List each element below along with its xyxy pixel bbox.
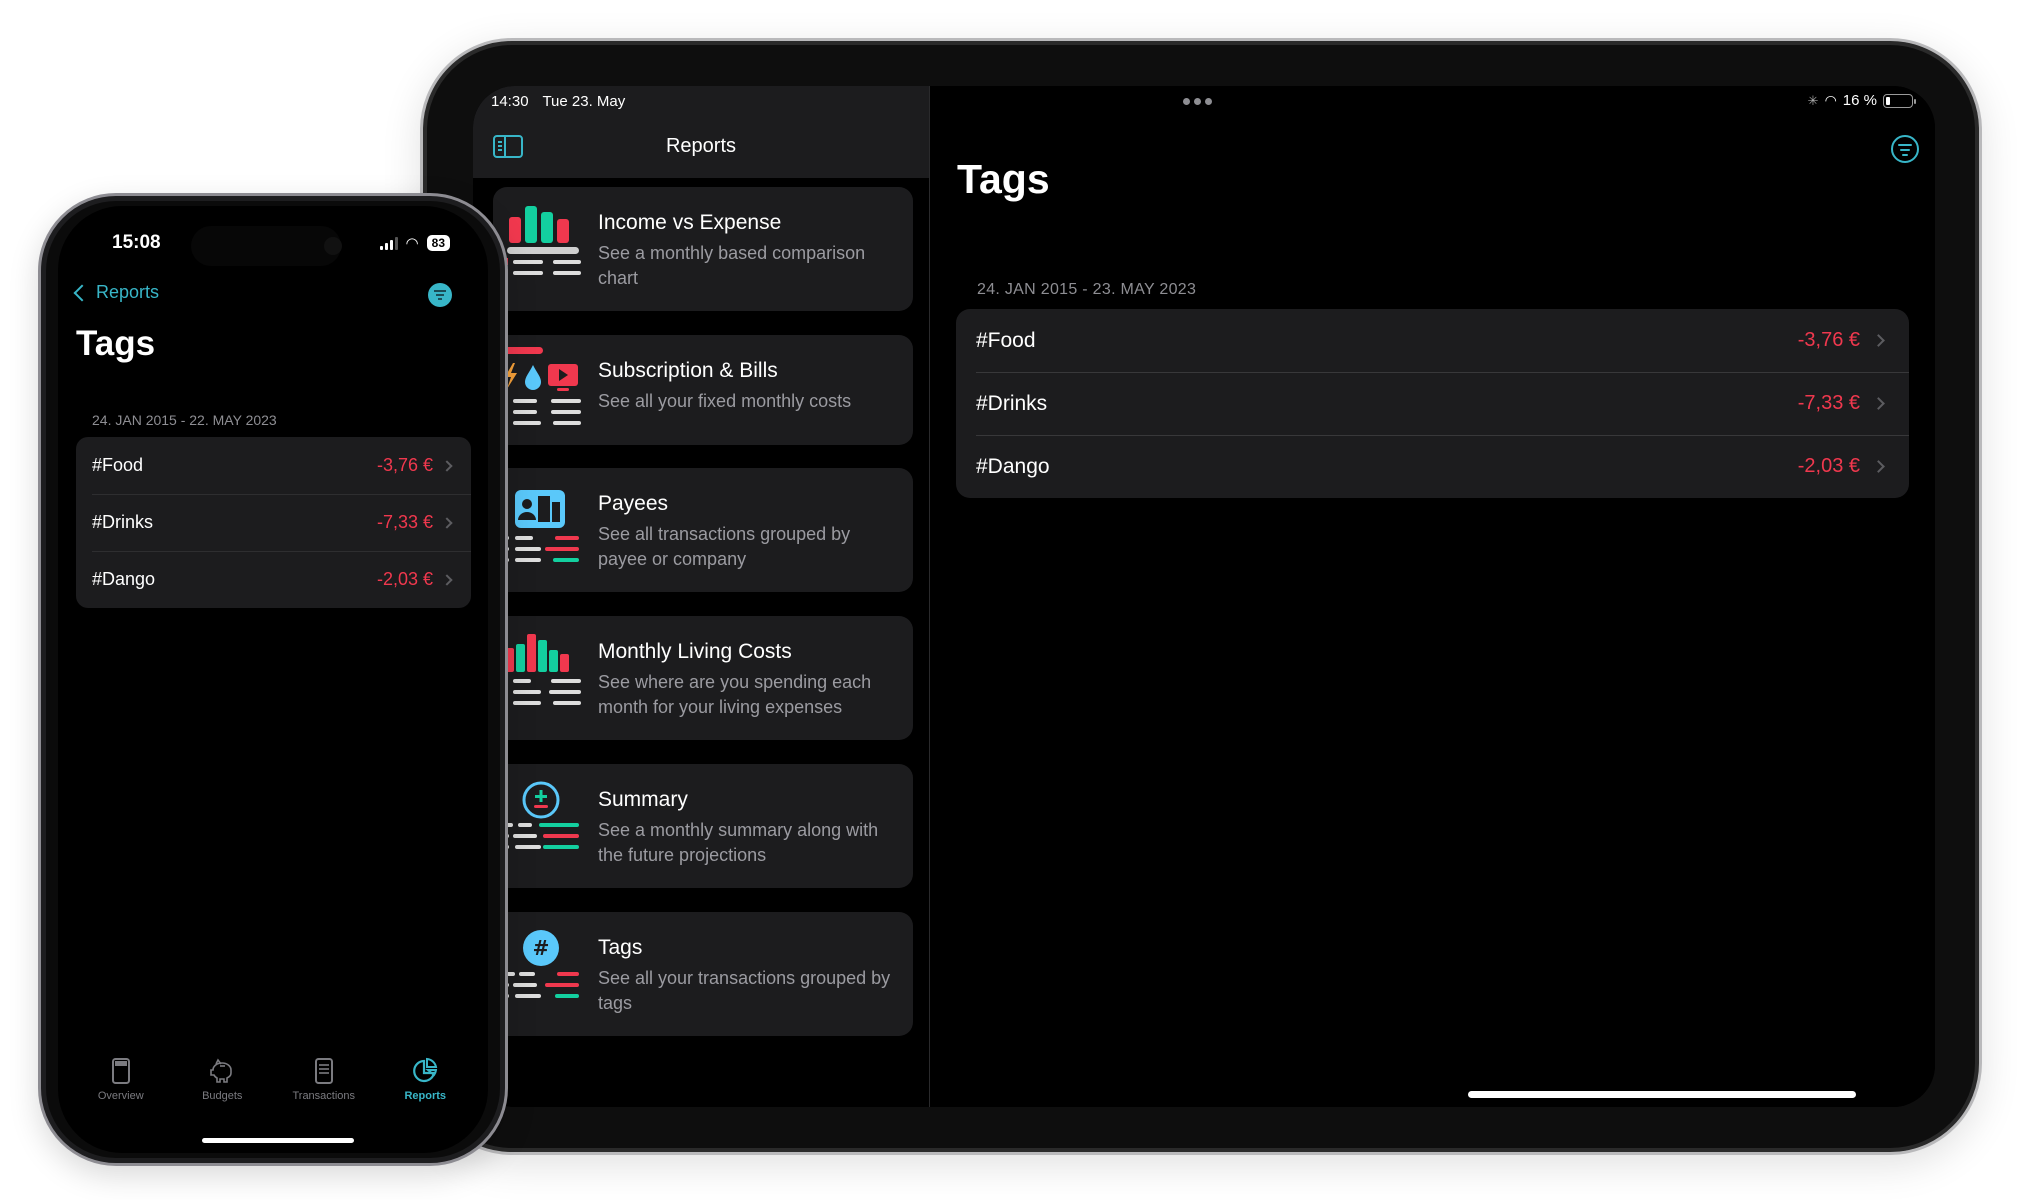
tag-row[interactable]: #Dango -2,03 € — [76, 551, 471, 608]
camera-icon — [324, 237, 342, 255]
tab-reports[interactable]: Reports — [375, 1056, 475, 1102]
tag-name: #Drinks — [976, 391, 1048, 415]
back-button[interactable]: Reports — [72, 282, 159, 303]
report-description: See where are you spending each month fo… — [598, 672, 872, 717]
tag-amount: -2,03 € — [376, 569, 433, 589]
signal-icon — [379, 236, 398, 250]
status-time: 14:30 — [491, 93, 529, 110]
home-indicator[interactable] — [1468, 1091, 1856, 1098]
date-range-label: 24. JAN 2015 - 22. MAY 2023 — [92, 412, 277, 428]
hashtag-icon: # — [503, 928, 588, 1020]
payees-icon — [503, 484, 588, 576]
list-icon — [314, 1058, 333, 1084]
tag-amount: -3,76 € — [376, 455, 433, 475]
report-title: Payees — [598, 492, 669, 515]
page-title: Tags — [957, 156, 1050, 202]
report-card-income-vs-expense[interactable]: Income vs Expense See a monthly based co… — [493, 187, 913, 311]
report-description: See all your transactions grouped by tag… — [598, 968, 891, 1013]
tag-name: #Food — [976, 328, 1036, 352]
chevron-right-icon — [441, 573, 453, 586]
tags-detail-pane: ✳ ◠ 16 % Tags 24. JAN 2015 - 23. MAY 202… — [931, 86, 1935, 1107]
report-title: Subscription & Bills — [598, 359, 778, 382]
tag-row[interactable]: #Food -3,76 € — [76, 437, 471, 494]
ipad-status-left: 14:30 Tue 23. May — [491, 93, 635, 110]
tag-amount: -2,03 € — [1797, 455, 1860, 477]
tab-label: Reports — [404, 1090, 447, 1102]
chevron-right-icon — [441, 516, 453, 529]
pie-chart-icon — [413, 1057, 438, 1083]
tag-name: #Dango — [92, 569, 156, 589]
battery-icon: 83 — [426, 235, 450, 251]
loading-spinner-icon: ✳ — [1807, 92, 1819, 108]
report-description: See all transactions grouped by payee or… — [598, 524, 851, 569]
overview-icon — [111, 1058, 130, 1084]
back-label: Reports — [96, 282, 160, 302]
living-costs-icon — [503, 632, 588, 724]
report-description: See a monthly based comparison chart — [598, 243, 866, 288]
chevron-right-icon — [441, 459, 453, 472]
tab-overview[interactable]: Overview — [71, 1056, 171, 1102]
report-title: Monthly Living Costs — [598, 640, 792, 663]
report-card-subscription-bills[interactable]: Subscription & Bills See all your fixed … — [493, 335, 913, 445]
dynamic-island — [191, 226, 341, 266]
chevron-right-icon — [1872, 334, 1885, 347]
iphone-screen: 15:08 ◠ 83 Reports Tags 24. JAN 2015 - 2… — [58, 206, 488, 1153]
tag-amount: -7,33 € — [1797, 392, 1860, 414]
ipad-status-right: ✳ ◠ 16 % — [1807, 92, 1916, 109]
tab-label: Budgets — [202, 1090, 243, 1102]
multitasking-dots-icon[interactable] — [1183, 98, 1212, 105]
battery-icon — [1883, 93, 1916, 108]
report-card-summary[interactable]: Summary See a monthly summary along with… — [493, 764, 913, 888]
report-card-payees[interactable]: Payees See all transactions grouped by p… — [493, 468, 913, 592]
tab-label: Overview — [97, 1090, 144, 1102]
tag-amount: -3,76 € — [1797, 329, 1860, 351]
tag-amount: -7,33 € — [376, 512, 433, 532]
wifi-icon: ◠ — [1824, 92, 1837, 108]
report-title: Summary — [598, 788, 688, 811]
filter-icon[interactable] — [428, 283, 452, 307]
report-description: See a monthly summary along with the fut… — [598, 820, 879, 865]
tag-row[interactable]: #Drinks -7,33 € — [76, 494, 471, 551]
tag-row[interactable]: #Drinks -7,33 € — [956, 372, 1909, 435]
iphone-status-right: ◠ 83 — [379, 234, 450, 252]
chevron-right-icon — [1872, 460, 1885, 473]
chevron-left-icon — [73, 284, 91, 301]
report-card-tags[interactable]: # Tags See all your transactions grouped… — [493, 912, 913, 1036]
tag-list: #Food -3,76 € #Drinks -7,33 € #Dango -2,… — [956, 309, 1909, 498]
tag-row[interactable]: #Food -3,76 € — [956, 309, 1909, 372]
tag-row[interactable]: #Dango -2,03 € — [956, 435, 1909, 498]
bar-chart-icon — [503, 203, 588, 295]
report-title: Tags — [598, 936, 643, 959]
filter-icon[interactable] — [1891, 135, 1919, 163]
report-title: Income vs Expense — [598, 211, 782, 234]
summary-icon — [503, 780, 588, 872]
bills-icon — [503, 345, 588, 437]
reports-sidebar: 14:30 Tue 23. May Reports Income vs Expe… — [473, 86, 930, 1107]
report-card-monthly-living-costs[interactable]: Monthly Living Costs See where are you s… — [493, 616, 913, 740]
tab-label: Transactions — [292, 1090, 356, 1102]
tag-name: #Food — [92, 455, 144, 475]
svg-text:#: # — [533, 936, 550, 960]
tag-name: #Drinks — [92, 512, 154, 532]
wifi-icon: ◠ — [405, 235, 419, 252]
sidebar-title: Reports — [665, 135, 737, 157]
ipad-screen: 14:30 Tue 23. May Reports Income vs Expe… — [473, 86, 1935, 1107]
tab-transactions[interactable]: Transactions — [274, 1056, 374, 1102]
tab-bar: Overview Budgets Transactions Reports — [58, 1056, 488, 1102]
battery-percent: 16 % — [1842, 92, 1877, 109]
piggy-bank-icon — [210, 1058, 233, 1083]
date-range-label: 24. JAN 2015 - 23. MAY 2023 — [977, 281, 1197, 298]
status-time: 15:08 — [112, 232, 161, 253]
home-indicator[interactable] — [202, 1138, 354, 1143]
sidebar-header: 14:30 Tue 23. May Reports — [473, 86, 929, 178]
tag-name: #Dango — [976, 454, 1050, 478]
page-title: Tags — [76, 324, 156, 363]
status-date: Tue 23. May — [542, 93, 626, 110]
tab-budgets[interactable]: Budgets — [172, 1056, 272, 1102]
tag-list: #Food -3,76 € #Drinks -7,33 € #Dango -2,… — [76, 437, 471, 608]
chevron-right-icon — [1872, 397, 1885, 410]
report-description: See all your fixed monthly costs — [598, 391, 852, 411]
